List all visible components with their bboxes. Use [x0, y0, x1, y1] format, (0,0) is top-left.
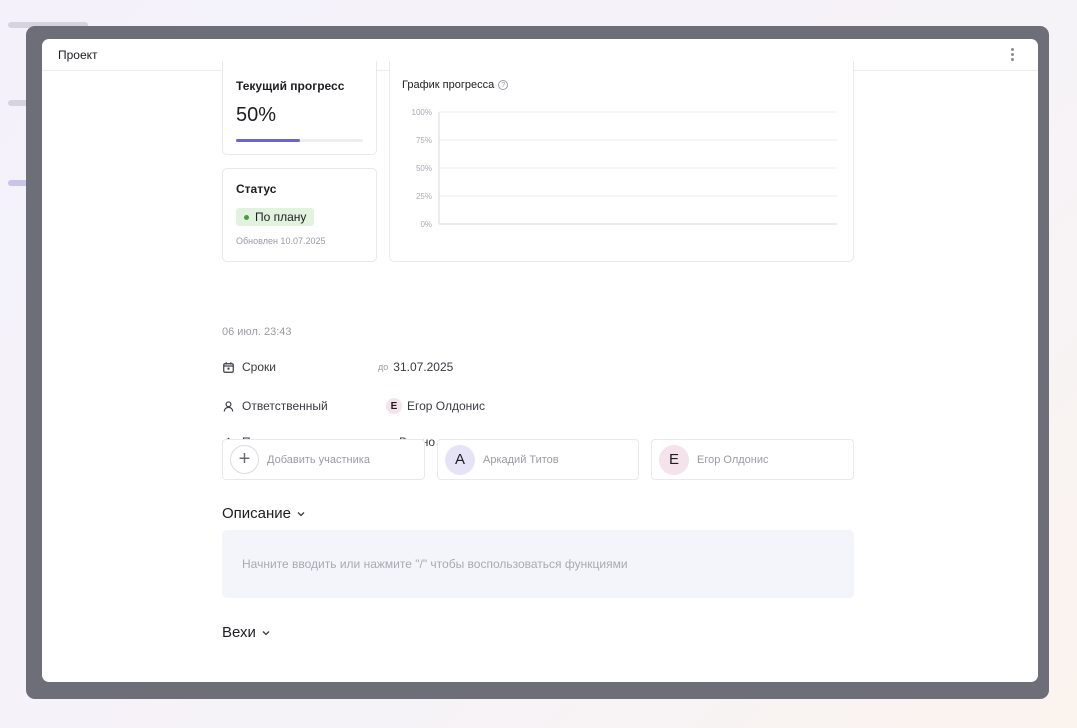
chart-y-tick-label: 0% — [420, 220, 432, 229]
modal-title: Проект — [58, 47, 98, 62]
deadline-row[interactable]: Сроки до 31.07.2025 — [222, 358, 453, 376]
plus-icon: + — [230, 445, 259, 474]
add-member-button[interactable]: + Добавить участника — [222, 439, 425, 480]
milestones-toggle[interactable]: Вехи — [222, 624, 270, 641]
status-updated: Обновлен 10.07.2025 — [236, 236, 326, 246]
assignee-label: Ответственный — [242, 399, 328, 413]
status-label: Статус — [236, 182, 277, 196]
chart-y-tick-label: 50% — [416, 164, 432, 173]
assignee-row[interactable]: Ответственный Е Егор Олдонис — [222, 397, 485, 415]
progress-chart-card: График прогресса ? 100% 75% 50% 25% 0% — [389, 61, 854, 262]
milestones-title: Вехи — [222, 624, 256, 641]
progress-value: 50% — [236, 104, 277, 126]
description-toggle[interactable]: Описание — [222, 505, 305, 522]
chart-y-tick-label: 25% — [416, 192, 432, 201]
member-card[interactable]: Е Егор Олдонис — [651, 439, 854, 480]
progress-label: Текущий прогресс — [236, 79, 345, 93]
member-card[interactable]: А Аркадий Титов — [437, 439, 639, 480]
assignee-value[interactable]: Е Егор Олдонис — [386, 398, 485, 414]
member-name: Аркадий Титов — [483, 453, 559, 466]
chevron-down-icon — [262, 628, 270, 638]
add-member-label: Добавить участника — [267, 453, 370, 466]
progress-card: Текущий прогресс 50% — [222, 61, 377, 155]
status-badge-text: По плану — [255, 210, 307, 224]
deadline-value[interactable]: до 31.07.2025 — [378, 360, 453, 374]
modal-content: Текущий прогресс 50% Статус По плану Обн… — [42, 61, 1038, 682]
user-icon — [222, 400, 234, 412]
status-dot-icon — [244, 214, 249, 220]
status-badge[interactable]: По плану — [236, 208, 315, 226]
status-card: Статус По плану Обновлен 10.07.2025 — [222, 168, 377, 262]
member-avatar: Е — [659, 444, 689, 475]
deadline-prefix: до — [378, 362, 389, 372]
progress-chart: 100% 75% 50% 25% 0% — [412, 108, 837, 229]
description-title: Описание — [222, 505, 292, 522]
chevron-down-icon — [297, 509, 305, 519]
calendar-icon — [222, 361, 234, 373]
deadline-label: Сроки — [242, 360, 276, 374]
deadline-date: 31.07.2025 — [393, 360, 454, 374]
more-options-icon[interactable] — [1004, 45, 1020, 65]
chart-y-tick-label: 100% — [412, 108, 432, 117]
progress-bar — [236, 139, 363, 142]
description-editor[interactable]: Начните вводить или нажмите "/" чтобы во… — [222, 530, 854, 598]
assignee-avatar: Е — [386, 398, 402, 414]
assignee-name: Егор Олдонис — [407, 399, 486, 413]
member-name: Егор Олдонис — [697, 453, 769, 466]
created-timestamp: 06 июл. 23:43 — [222, 326, 292, 338]
progress-bar-fill — [236, 139, 300, 142]
member-avatar: А — [445, 444, 475, 475]
project-modal: Проект Текущий прогресс 50% Статус По пл… — [42, 39, 1038, 682]
chart-y-tick-label: 75% — [416, 136, 432, 145]
